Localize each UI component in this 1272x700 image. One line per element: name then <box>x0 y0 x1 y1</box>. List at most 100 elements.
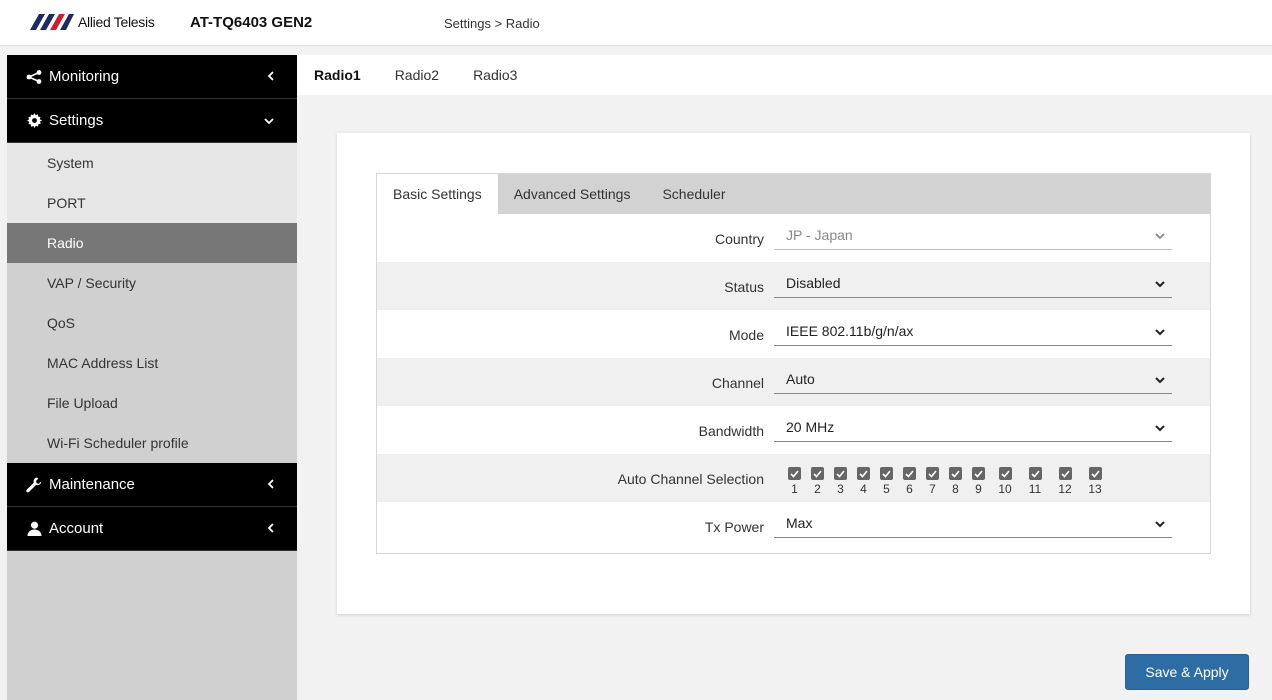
channel-5-option: 5 <box>875 467 898 496</box>
tab-advanced-settings[interactable]: Advanced Settings <box>498 174 647 214</box>
sidebar-item-system[interactable]: System <box>7 143 297 183</box>
tx-power-row: Tx Power Max <box>377 502 1210 550</box>
bandwidth-value: 20 MHz <box>786 418 835 435</box>
share-icon <box>25 69 43 84</box>
channel-number: 13 <box>1088 482 1102 496</box>
channel-2-checkbox[interactable] <box>811 467 824 480</box>
channel-12-option: 12 <box>1050 467 1080 496</box>
checkmark-icon <box>790 469 799 478</box>
sidebar-item-qos[interactable]: QoS <box>7 303 297 343</box>
status-label: Status <box>724 279 764 295</box>
checkmark-icon <box>1090 469 1100 478</box>
sidebar-item-vap-security[interactable]: VAP / Security <box>7 263 297 303</box>
nav-group-account[interactable]: Account <box>7 507 297 551</box>
channel-13-option: 13 <box>1080 467 1110 496</box>
channel-5-checkbox[interactable] <box>880 467 893 480</box>
checkmark-icon <box>859 469 868 478</box>
mode-select[interactable]: IEEE 802.11b/g/n/ax <box>774 316 1172 346</box>
status-row: Status Disabled <box>377 262 1210 310</box>
channel-2-option: 2 <box>806 467 829 496</box>
checkmark-icon <box>928 469 937 478</box>
channel-number: 4 <box>860 482 867 496</box>
channel-8-option: 8 <box>944 467 967 496</box>
mode-value: IEEE 802.11b/g/n/ax <box>786 322 914 339</box>
wrench-icon <box>25 477 43 493</box>
tab-scheduler[interactable]: Scheduler <box>646 174 741 214</box>
gear-icon <box>25 113 43 128</box>
nav-group-label: Maintenance <box>49 476 135 493</box>
channel-number: 6 <box>906 482 913 496</box>
tx-power-select[interactable]: Max <box>774 508 1172 538</box>
channel-7-option: 7 <box>921 467 944 496</box>
channel-6-option: 6 <box>898 467 921 496</box>
chevron-down-icon <box>263 113 275 129</box>
channel-3-checkbox[interactable] <box>834 467 847 480</box>
chevron-down-icon <box>1154 276 1166 292</box>
channel-6-checkbox[interactable] <box>903 467 916 480</box>
save-apply-button[interactable]: Save & Apply <box>1125 654 1249 690</box>
country-select: JP - Japan <box>774 220 1172 250</box>
channel-4-checkbox[interactable] <box>857 467 870 480</box>
top-header: Allied Telesis AT-TQ6403 GEN2 Settings >… <box>0 0 1272 46</box>
sidebar-item-label: Radio <box>47 235 84 251</box>
chevron-down-icon <box>1154 372 1166 388</box>
checkmark-icon <box>1000 469 1010 478</box>
status-select[interactable]: Disabled <box>774 268 1172 298</box>
channel-number: 5 <box>883 482 890 496</box>
chevron-down-icon <box>1154 420 1166 436</box>
auto-channel-row: Auto Channel Selection 1 2 3 4 5 6 7 8 9 10 11 12 13 <box>377 454 1210 502</box>
nav-group-maintenance[interactable]: Maintenance <box>7 463 297 507</box>
sidebar-item-radio[interactable]: Radio <box>7 223 297 263</box>
channel-10-checkbox[interactable] <box>998 467 1012 480</box>
channel-select[interactable]: Auto <box>774 364 1172 394</box>
device-model: AT-TQ6403 GEN2 <box>190 14 313 31</box>
channel-1-option: 1 <box>783 467 806 496</box>
channel-number: 2 <box>814 482 821 496</box>
bandwidth-select[interactable]: 20 MHz <box>774 412 1172 442</box>
country-row: Country JP - Japan <box>377 214 1210 262</box>
sidebar-item-label: MAC Address List <box>47 355 159 371</box>
channel-7-checkbox[interactable] <box>926 467 939 480</box>
sidebar-item-mac-address-list[interactable]: MAC Address List <box>7 343 297 383</box>
channel-8-checkbox[interactable] <box>949 467 962 480</box>
channel-number: 3 <box>837 482 844 496</box>
allied-telesis-logo: Allied Telesis <box>30 13 155 31</box>
user-icon <box>25 521 43 536</box>
channel-1-checkbox[interactable] <box>788 467 801 480</box>
tab-basic-settings[interactable]: Basic Settings <box>377 174 498 214</box>
breadcrumb: Settings > Radio <box>444 16 540 31</box>
channel-number: 1 <box>791 482 798 496</box>
sub-tab-bar: Basic Settings Advanced Settings Schedul… <box>377 174 1210 214</box>
chevron-left-icon <box>267 521 275 537</box>
channel-12-checkbox[interactable] <box>1058 467 1072 480</box>
sidebar-item-label: File Upload <box>47 395 118 411</box>
bandwidth-label: Bandwidth <box>698 423 764 439</box>
channel-13-checkbox[interactable] <box>1088 467 1102 480</box>
status-value: Disabled <box>786 274 841 291</box>
chevron-left-icon <box>267 477 275 493</box>
channel-label: Channel <box>711 375 764 391</box>
channel-number: 10 <box>998 482 1012 496</box>
tab-radio2[interactable]: Radio2 <box>378 67 456 83</box>
chevron-down-icon <box>1154 516 1166 532</box>
sidebar-item-label: PORT <box>47 195 86 211</box>
tx-power-value: Max <box>786 514 813 531</box>
tab-radio3[interactable]: Radio3 <box>456 67 534 83</box>
nav-group-settings[interactable]: Settings <box>7 99 297 143</box>
sidebar: Monitoring Settings System PORT Radio VA… <box>7 55 297 700</box>
sidebar-item-file-upload[interactable]: File Upload <box>7 383 297 423</box>
mode-label: Mode <box>728 327 764 343</box>
nav-group-label: Monitoring <box>49 68 120 85</box>
channel-9-checkbox[interactable] <box>972 467 985 480</box>
channel-11-checkbox[interactable] <box>1028 467 1042 480</box>
chevron-left-icon <box>267 69 275 85</box>
tab-radio1[interactable]: Radio1 <box>297 67 378 83</box>
nav-group-monitoring[interactable]: Monitoring <box>7 55 297 99</box>
checkmark-icon <box>813 469 822 478</box>
sidebar-item-port[interactable]: PORT <box>7 183 297 223</box>
channel-3-option: 3 <box>829 467 852 496</box>
sidebar-item-wifi-scheduler-profile[interactable]: Wi-Fi Scheduler profile <box>7 423 297 463</box>
radio-settings-card: Basic Settings Advanced Settings Schedul… <box>337 133 1250 614</box>
channel-9-option: 9 <box>967 467 990 496</box>
checkmark-icon <box>951 469 960 478</box>
